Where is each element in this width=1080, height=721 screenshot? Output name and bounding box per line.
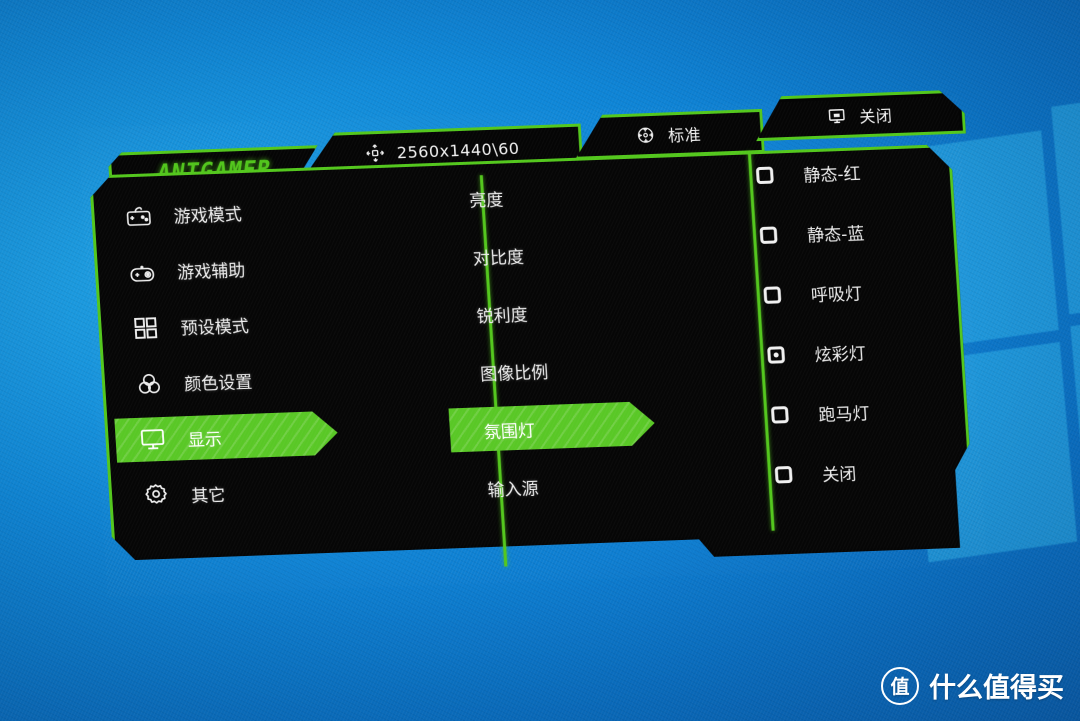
topbar-picture-mode-label: 标准 bbox=[667, 125, 702, 146]
topbar-power-state[interactable]: 关闭 bbox=[753, 90, 966, 142]
option-label: 关闭 bbox=[821, 464, 857, 486]
option-label: 静态-红 bbox=[802, 163, 862, 186]
monitor-icon bbox=[137, 424, 169, 455]
gamepad-assist-icon bbox=[126, 256, 158, 287]
submenu-item-sharpness[interactable]: 锐利度 bbox=[441, 277, 720, 345]
option-label: 炫彩灯 bbox=[814, 343, 867, 366]
sidebar-item-label: 预设模式 bbox=[180, 316, 250, 339]
windows-logo-pane bbox=[1070, 304, 1080, 536]
option-static-red[interactable]: 静态-红 bbox=[720, 137, 969, 206]
submenu-item-label: 亮度 bbox=[468, 189, 504, 212]
topbar-power-label: 关闭 bbox=[858, 106, 893, 127]
selection-highlight bbox=[448, 401, 656, 452]
sidebar-item-label: 其它 bbox=[190, 485, 226, 507]
resolution-icon bbox=[364, 143, 385, 164]
radio-button[interactable] bbox=[755, 166, 774, 184]
sidebar-item-label: 游戏辅助 bbox=[176, 260, 246, 283]
submenu-item-label: 输入源 bbox=[486, 478, 540, 501]
windows-logo-pane bbox=[1051, 84, 1080, 315]
gamepad-mode-icon bbox=[123, 200, 155, 231]
submenu-item-label: 锐利度 bbox=[476, 305, 529, 327]
option-marquee-light[interactable]: 跑马灯 bbox=[735, 377, 984, 446]
option-label: 呼吸灯 bbox=[810, 283, 863, 306]
submenu-item-input-source[interactable]: 输入源 bbox=[452, 450, 731, 518]
radio-button-selected[interactable] bbox=[767, 345, 786, 364]
osd-options-list: 静态-红 静态-蓝 呼吸灯 炫彩灯 跑马灯 关闭 bbox=[720, 137, 990, 540]
sidebar-item-label: 颜色设置 bbox=[183, 372, 253, 395]
watermark-badge: 值 bbox=[881, 666, 919, 705]
gear-icon bbox=[140, 480, 172, 511]
submenu-item-aspect-ratio[interactable]: 图像比例 bbox=[444, 335, 723, 403]
osd-middle-menu: 亮度 对比度 锐利度 图像比例 氛围灯 输入源 bbox=[433, 161, 733, 565]
option-off[interactable]: 关闭 bbox=[739, 437, 988, 506]
sidebar-item-label: 游戏模式 bbox=[173, 204, 243, 227]
radio-button[interactable] bbox=[770, 405, 789, 424]
submenu-item-label: 图像比例 bbox=[479, 362, 549, 385]
monitor-icon bbox=[827, 106, 848, 127]
option-static-blue[interactable]: 静态-蓝 bbox=[724, 197, 973, 266]
option-rainbow-light[interactable]: 炫彩灯 bbox=[732, 317, 981, 386]
osd-left-menu: 游戏模式 游戏辅助 预设模式 颜色设置 显示 其它 bbox=[100, 177, 454, 578]
submenu-item-ambient-light[interactable]: 氛围灯 bbox=[448, 392, 727, 460]
monitor-osd-menu: ANTGAMER 2560x1440\60 bbox=[78, 96, 990, 598]
topbar-resolution-label: 2560x1440\60 bbox=[396, 138, 521, 162]
watermark: 值 什么值得买 bbox=[881, 666, 1064, 705]
watermark-text: 什么值得买 bbox=[929, 673, 1064, 704]
radio-button[interactable] bbox=[759, 225, 778, 244]
color-circles-icon bbox=[133, 368, 165, 399]
grid-icon bbox=[130, 312, 162, 343]
option-breathing-light[interactable]: 呼吸灯 bbox=[728, 257, 977, 326]
radio-button[interactable] bbox=[763, 285, 782, 304]
submenu-item-contrast[interactable]: 对比度 bbox=[437, 219, 716, 287]
option-label: 跑马灯 bbox=[817, 403, 871, 426]
submenu-item-label: 对比度 bbox=[472, 247, 525, 270]
submenu-item-label: 氛围灯 bbox=[483, 420, 536, 443]
crosshair-icon bbox=[635, 125, 656, 146]
sidebar-item-other[interactable]: 其它 bbox=[117, 457, 450, 525]
submenu-item-brightness[interactable]: 亮度 bbox=[433, 161, 712, 229]
sidebar-item-label: 显示 bbox=[187, 429, 223, 451]
option-label: 静态-蓝 bbox=[806, 223, 865, 246]
radio-button[interactable] bbox=[774, 465, 793, 484]
